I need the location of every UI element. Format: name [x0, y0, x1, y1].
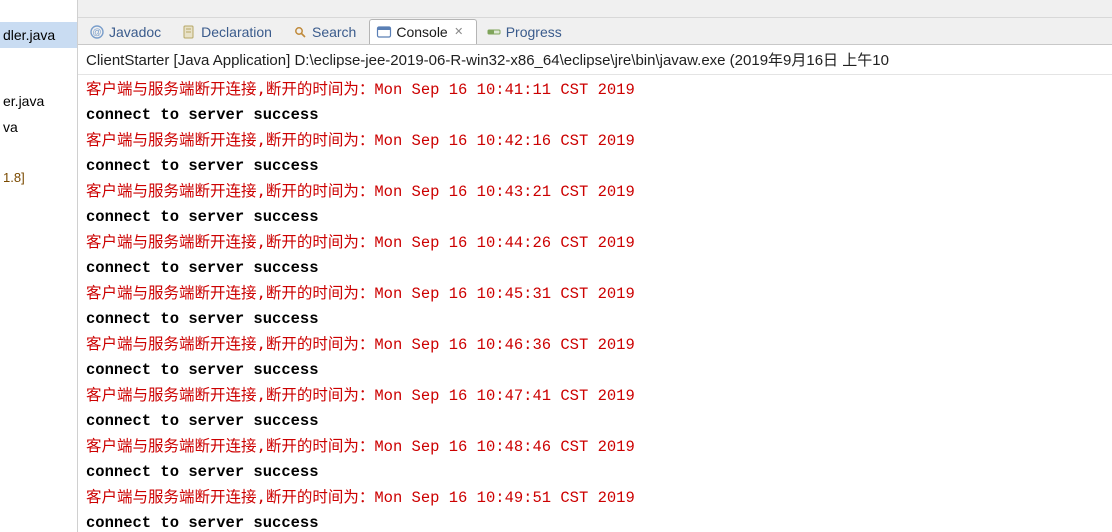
progress-icon — [486, 24, 502, 40]
tab-label: Javadoc — [109, 23, 161, 41]
at-icon: @ — [89, 24, 105, 40]
console-line-stdout: connect to server success — [86, 511, 1106, 532]
console-line-stdout: connect to server success — [86, 409, 1106, 434]
console-line-stdout: connect to server success — [86, 154, 1106, 179]
console-line-stdout: connect to server success — [86, 256, 1106, 281]
tab-console[interactable]: Console ✕ — [369, 19, 476, 44]
tab-label: Search — [312, 23, 356, 41]
console-icon — [376, 24, 392, 40]
console-line-stderr: 客户端与服务端断开连接,断开的时间为：Mon Sep 16 10:42:16 C… — [86, 128, 1106, 154]
console-line-stderr: 客户端与服务端断开连接,断开的时间为：Mon Sep 16 10:49:51 C… — [86, 485, 1106, 511]
package-explorer-fragment: dler.java er.java va 1.8] — [0, 0, 78, 532]
tab-label: Declaration — [201, 23, 272, 41]
tab-javadoc[interactable]: @ Javadoc — [82, 19, 172, 44]
console-line-stdout: connect to server success — [86, 307, 1106, 332]
console-line-stderr: 客户端与服务端断开连接,断开的时间为：Mon Sep 16 10:45:31 C… — [86, 281, 1106, 307]
console-output[interactable]: 客户端与服务端断开连接,断开的时间为：Mon Sep 16 10:41:11 C… — [78, 75, 1112, 532]
app-root: dler.java er.java va 1.8] @ Javadoc Decl… — [0, 0, 1112, 532]
tab-search[interactable]: Search — [285, 19, 367, 44]
tab-label: Progress — [506, 23, 562, 41]
console-line-stdout: connect to server success — [86, 460, 1106, 485]
close-icon[interactable]: ✕ — [452, 25, 466, 39]
console-line-stderr: 客户端与服务端断开连接,断开的时间为：Mon Sep 16 10:46:36 C… — [86, 332, 1106, 358]
search-icon — [292, 24, 308, 40]
toolbar-strip — [78, 0, 1112, 18]
file-item[interactable]: dler.java — [0, 22, 77, 48]
console-line-stderr: 客户端与服务端断开连接,断开的时间为：Mon Sep 16 10:44:26 C… — [86, 230, 1106, 256]
console-line-stderr: 客户端与服务端断开连接,断开的时间为：Mon Sep 16 10:48:46 C… — [86, 434, 1106, 460]
tab-label: Console — [396, 23, 447, 41]
tab-progress[interactable]: Progress — [479, 19, 573, 44]
console-line-stderr: 客户端与服务端断开连接,断开的时间为：Mon Sep 16 10:43:21 C… — [86, 179, 1106, 205]
console-line-stderr: 客户端与服务端断开连接,断开的时间为：Mon Sep 16 10:41:11 C… — [86, 77, 1106, 103]
main-area: @ Javadoc Declaration Search — [78, 0, 1112, 532]
console-line-stdout: connect to server success — [86, 205, 1106, 230]
view-tabbar: @ Javadoc Declaration Search — [78, 18, 1112, 44]
console-line-stderr: 客户端与服务端断开连接,断开的时间为：Mon Sep 16 10:47:41 C… — [86, 383, 1106, 409]
console-line-stdout: connect to server success — [86, 358, 1106, 383]
file-item[interactable]: er.java — [0, 88, 77, 114]
tab-declaration[interactable]: Declaration — [174, 19, 283, 44]
file-icon — [181, 24, 197, 40]
jre-library-item[interactable]: 1.8] — [0, 165, 77, 191]
svg-text:@: @ — [92, 27, 101, 37]
console-process-header: ClientStarter [Java Application] D:\ecli… — [78, 44, 1112, 75]
console-line-stdout: connect to server success — [86, 103, 1106, 128]
file-item[interactable]: va — [0, 114, 77, 140]
